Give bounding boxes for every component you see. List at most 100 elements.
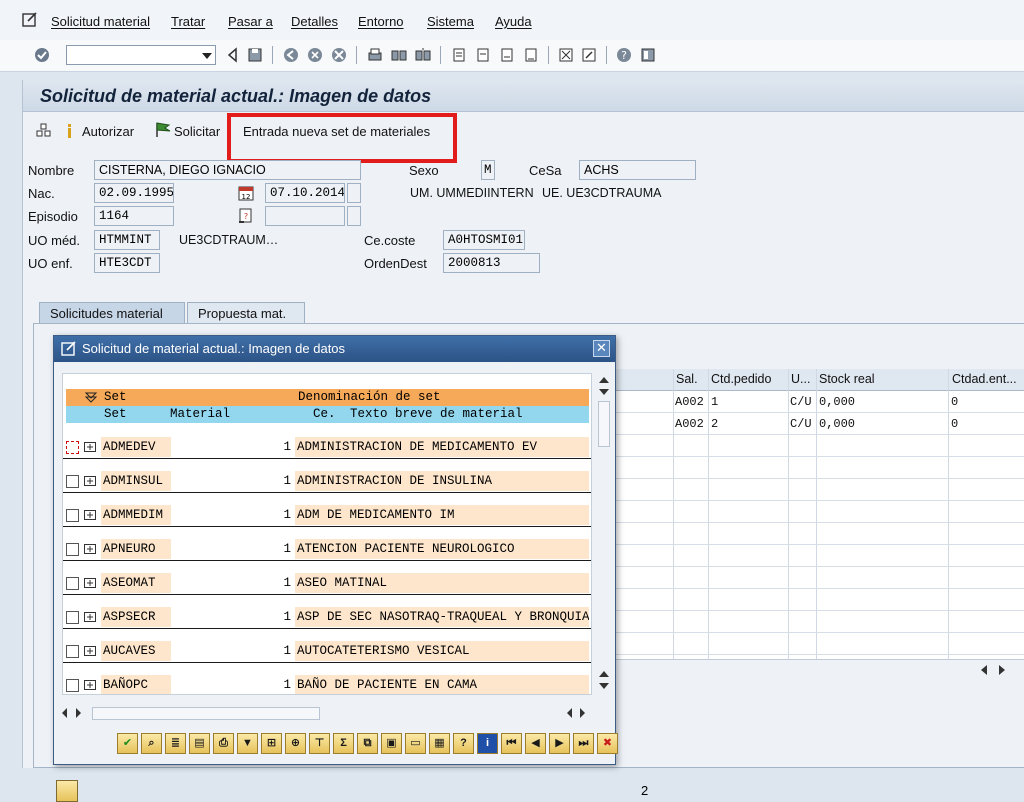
- column-header-ctd-pedido[interactable]: Ctd.pedido: [711, 372, 771, 386]
- row-checkbox[interactable]: [66, 543, 79, 556]
- menu-pasar-a[interactable]: Pasar a: [228, 14, 273, 29]
- list-horizontal-scrollbar[interactable]: [62, 704, 587, 722]
- discharge-time-field[interactable]: [347, 206, 361, 226]
- scroll-thumb[interactable]: [92, 707, 320, 720]
- row-checkbox[interactable]: [66, 679, 79, 692]
- scroll-up-bottom-icon[interactable]: [599, 671, 609, 677]
- table-icon[interactable]: ▦: [429, 733, 450, 754]
- column-header-unit[interactable]: U...: [791, 372, 810, 386]
- hierarchy-icon[interactable]: [35, 122, 53, 140]
- row-checkbox[interactable]: [66, 645, 79, 658]
- table-row[interactable]: A002 1 C/U 0,000 0: [616, 391, 1024, 413]
- find-next-icon[interactable]: [414, 46, 432, 64]
- filter-icon[interactable]: ▼: [237, 733, 258, 754]
- flag-icon[interactable]: [154, 121, 174, 139]
- last-icon[interactable]: ⏭: [573, 733, 594, 754]
- header-set-2[interactable]: Set: [104, 407, 127, 421]
- print-icon[interactable]: [366, 46, 384, 64]
- zoom-icon[interactable]: ⌕: [141, 733, 162, 754]
- folder-icon[interactable]: [84, 679, 96, 690]
- select-icon[interactable]: ▤: [189, 733, 210, 754]
- copy-icon[interactable]: ▣: [381, 733, 402, 754]
- header-set[interactable]: Set: [104, 390, 127, 404]
- next-page-icon[interactable]: [498, 46, 516, 64]
- nac-field[interactable]: 02.09.1995: [94, 183, 174, 203]
- scroll-left-icon[interactable]: [981, 665, 987, 675]
- menu-ayuda[interactable]: Ayuda: [495, 14, 532, 29]
- header-material[interactable]: Material: [170, 407, 230, 421]
- uo-med-field[interactable]: HTMMINT: [94, 230, 160, 250]
- sum-icon[interactable]: Σ: [333, 733, 354, 754]
- close-icon[interactable]: ✕: [593, 340, 610, 357]
- sexo-field[interactable]: M: [481, 160, 495, 180]
- find-next-icon[interactable]: ⊕: [285, 733, 306, 754]
- header-denominacion-set[interactable]: Denominación de set: [298, 390, 441, 404]
- tab-propuesta-mat[interactable]: Propuesta mat.: [187, 302, 305, 324]
- scroll-down-icon[interactable]: [599, 683, 609, 689]
- admission-time-field[interactable]: [347, 183, 361, 203]
- list-item[interactable]: AUCAVES 1 AUTOCATETERISMO VESICAL: [63, 638, 591, 672]
- folder-icon[interactable]: [84, 543, 96, 554]
- scroll-down-small-icon[interactable]: [599, 389, 609, 395]
- cesa-field[interactable]: ACHS: [579, 160, 696, 180]
- export-icon[interactable]: ⧉: [357, 733, 378, 754]
- list-vertical-scrollbar[interactable]: [596, 373, 612, 695]
- table-row[interactable]: A002 2 C/U 0,000 0: [616, 413, 1024, 435]
- scroll-thumb[interactable]: [598, 401, 610, 447]
- chevron-down-icon[interactable]: [202, 53, 212, 59]
- discharge-date-field[interactable]: [265, 206, 345, 226]
- command-field[interactable]: [66, 45, 216, 65]
- background-zoom-button[interactable]: [56, 780, 78, 802]
- row-checkbox[interactable]: [66, 509, 79, 522]
- sort-icon[interactable]: ⊤: [309, 733, 330, 754]
- menu-entorno[interactable]: Entorno: [358, 14, 404, 29]
- first-page-icon[interactable]: [450, 46, 468, 64]
- row-checkbox[interactable]: [66, 611, 79, 624]
- admission-date-field[interactable]: 07.10.2014: [265, 183, 345, 203]
- folder-icon[interactable]: [84, 475, 96, 486]
- list-item[interactable]: ASEOMAT 1 ASEO MATINAL: [63, 570, 591, 604]
- info-icon[interactable]: i: [477, 733, 498, 754]
- scroll-right-icon[interactable]: [580, 708, 585, 718]
- menu-solicitud-material[interactable]: Solicitud material: [51, 14, 150, 29]
- help-icon[interactable]: ?: [615, 46, 633, 64]
- back-nav-icon[interactable]: [282, 46, 300, 64]
- menu-window-icon[interactable]: [22, 12, 38, 28]
- ce-coste-field[interactable]: A0HTOSMI01: [443, 230, 525, 250]
- scroll-right-small-icon[interactable]: [76, 708, 81, 718]
- new-session-icon[interactable]: [557, 46, 575, 64]
- folder-icon[interactable]: [84, 611, 96, 622]
- tab-solicitudes-material[interactable]: Solicitudes material: [39, 302, 185, 324]
- check-icon[interactable]: ✔: [117, 733, 138, 754]
- authorize-icon[interactable]: [65, 122, 75, 140]
- folder-icon[interactable]: [84, 509, 96, 520]
- column-header-stock-real[interactable]: Stock real: [819, 372, 875, 386]
- folder-icon[interactable]: [84, 441, 96, 452]
- print-icon[interactable]: ⎙: [213, 733, 234, 754]
- menu-tratar[interactable]: Tratar: [171, 14, 205, 29]
- back-icon[interactable]: [224, 46, 242, 64]
- menu-sistema[interactable]: Sistema: [427, 14, 474, 29]
- column-header-ctdad-ent[interactable]: Ctdad.ent...: [952, 372, 1017, 386]
- uo-enf-field[interactable]: HTE3CDT: [94, 253, 160, 273]
- prev-icon[interactable]: ◀: [525, 733, 546, 754]
- scroll-left-end-icon[interactable]: [567, 708, 572, 718]
- shortcut-icon[interactable]: [580, 46, 598, 64]
- row-checkbox[interactable]: [66, 475, 79, 488]
- scroll-right-icon[interactable]: [999, 665, 1005, 675]
- scroll-left-icon[interactable]: [62, 708, 67, 718]
- cancel-icon[interactable]: [330, 46, 348, 64]
- folder-icon[interactable]: [84, 577, 96, 588]
- layout-icon[interactable]: ▭: [405, 733, 426, 754]
- list-item[interactable]: BAÑOPC 1 BAÑO DE PACIENTE EN CAMA: [63, 672, 591, 694]
- find-icon[interactable]: ⊞: [261, 733, 282, 754]
- folder-icon[interactable]: [84, 645, 96, 656]
- enter-icon[interactable]: [33, 46, 51, 64]
- cancel-icon[interactable]: ✖: [597, 733, 618, 754]
- list-item[interactable]: APNEURO 1 ATENCION PACIENTE NEUROLOGICO: [63, 536, 591, 570]
- next-icon[interactable]: ▶: [549, 733, 570, 754]
- nombre-field[interactable]: CISTERNA, DIEGO IGNACIO: [94, 160, 361, 180]
- list-item[interactable]: ASPSECR 1 ASP DE SEC NASOTRAQ-TRAQUEAL Y…: [63, 604, 591, 638]
- layout-icon[interactable]: [639, 46, 657, 64]
- list-item[interactable]: ADMEDEV 1 ADMINISTRACION DE MEDICAMENTO …: [63, 434, 591, 468]
